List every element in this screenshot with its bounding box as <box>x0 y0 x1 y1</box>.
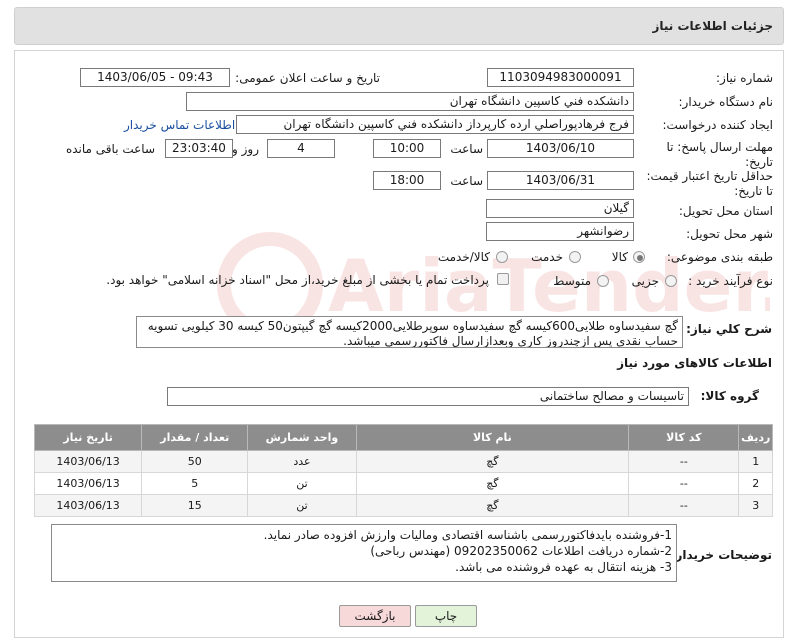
cell-qty: 50 <box>141 450 249 473</box>
need-number-label: شماره نیاز: <box>716 71 773 85</box>
category-label: طبقه بندی موضوعی: <box>666 250 773 264</box>
buyer-org-label: نام دستگاه خریدار: <box>678 95 774 109</box>
process-label: نوع فرآیند خرید : <box>688 274 773 288</box>
cell-code: -- <box>628 472 740 495</box>
col-date: تاریخ نیاز <box>33 424 143 451</box>
goods-section-title: اطلاعات کالاهای مورد نیاز <box>617 356 772 370</box>
cell-date: 1403/06/13 <box>33 450 143 473</box>
process-medium-radio[interactable] <box>597 275 609 287</box>
cell-unit: تن <box>247 494 357 517</box>
city-label: شهر محل تحویل: <box>686 227 773 241</box>
price-validity-label: حداقل تاریخ اعتبار قیمت: تا تاریخ: <box>646 169 773 198</box>
buyer-notes-label: توضیحات خریدار: <box>670 548 772 562</box>
reply-time-field: 10:00 <box>373 139 441 158</box>
cell-unit: تن <box>247 472 357 495</box>
cell-name: گچ <box>355 472 630 495</box>
category-both-radio[interactable] <box>496 251 508 263</box>
table-row: 3 -- گچ تن 15 1403/06/13 <box>33 494 773 517</box>
goods-group-field: تاسیسات و مصالح ساختمانی <box>167 387 689 406</box>
remaining-time-field: 23:03:40 <box>165 139 233 158</box>
cell-qty: 5 <box>141 472 249 495</box>
requester-label: ایجاد کننده درخواست: <box>662 118 773 132</box>
buyer-org-field: دانشکده فني کاسپين دانشگاه تهران <box>186 92 634 111</box>
buyer-note-line: 2-شماره دریافت اطلاعات 09202350062 (مهند… <box>370 544 672 558</box>
process-medium-label: متوسط <box>553 274 591 288</box>
goods-group-label: گروه کالا: <box>700 389 759 403</box>
remaining-days-field: 4 <box>267 139 335 158</box>
buyer-contact-link[interactable]: اطلاعات تماس خریدار <box>124 118 235 132</box>
cell-unit: عدد <box>247 450 357 473</box>
process-minor-radio[interactable] <box>665 275 677 287</box>
cell-qty: 15 <box>141 494 249 517</box>
goods-table: ردیف کد کالا نام کالا واحد شمارش تعداد /… <box>33 424 773 517</box>
announce-field: 1403/06/05 - 09:43 <box>80 68 230 87</box>
print-button[interactable]: چاپ <box>415 605 477 627</box>
cell-code: -- <box>628 494 740 517</box>
cell-name: گچ <box>355 450 630 473</box>
requester-field: فرج فرهادپوراصلي ارده کارپرداز دانشکده ف… <box>236 115 634 134</box>
description-label: شرح کلي نياز: <box>686 322 772 336</box>
col-code: کد کالا <box>628 424 740 451</box>
table-row: 1 -- گچ عدد 50 1403/06/13 <box>33 450 773 473</box>
province-label: استان محل تحویل: <box>678 204 773 218</box>
need-number-field: 1103094983000091 <box>487 68 634 87</box>
cell-date: 1403/06/13 <box>33 472 143 495</box>
payment-note: پرداخت تمام یا بخشی از مبلغ خرید،از محل … <box>106 273 489 287</box>
category-both-label: کالا/خدمت <box>437 250 490 264</box>
reply-deadline-label: مهلت ارسال پاسخ: تا تاریخ: <box>666 140 773 169</box>
reply-date-field: 1403/06/10 <box>487 139 634 158</box>
city-field: رضوانشهر <box>486 222 634 241</box>
cell-code: -- <box>628 450 740 473</box>
panel-header: جزئیات اطلاعات نیاز <box>14 7 784 45</box>
category-goods-radio[interactable] <box>633 251 645 263</box>
buyer-notes-text: 1-فروشنده بایدفاکتوررسمی باشناسه اقتصادی… <box>51 524 677 582</box>
cell-date: 1403/06/13 <box>33 494 143 517</box>
treasury-checkbox[interactable] <box>497 273 509 285</box>
remaining-label: ساعت باقی مانده <box>65 142 155 156</box>
province-field: گیلان <box>486 199 634 218</box>
reply-time-label: ساعت <box>450 142 483 156</box>
page-title: جزئیات اطلاعات نیاز <box>652 19 773 33</box>
table-row: 2 -- گچ تن 5 1403/06/13 <box>33 472 773 495</box>
description-text: گچ سفیدساوه طلایی600کیسه گچ سفیدساوه سوپ… <box>136 316 683 348</box>
price-date-field: 1403/06/31 <box>487 171 634 190</box>
cell-row: 2 <box>738 472 773 495</box>
buyer-note-line: 1-فروشنده بایدفاکتوررسمی باشناسه اقتصادی… <box>263 528 672 542</box>
col-name: نام کالا <box>355 424 630 451</box>
category-service-label: خدمت <box>531 250 563 264</box>
back-button[interactable]: بازگشت <box>339 605 411 627</box>
days-label: روز و <box>232 142 259 156</box>
cell-row: 1 <box>738 450 773 473</box>
announce-label: تاریخ و ساعت اعلان عمومی: <box>235 71 380 85</box>
cell-row: 3 <box>738 494 773 517</box>
table-header-row: ردیف کد کالا نام کالا واحد شمارش تعداد /… <box>33 424 773 451</box>
process-minor-label: جزیی <box>631 274 659 288</box>
col-row: ردیف <box>738 424 773 451</box>
category-service-radio[interactable] <box>569 251 581 263</box>
col-unit: واحد شمارش <box>247 424 357 451</box>
price-time-field: 18:00 <box>373 171 441 190</box>
buyer-note-line: 3- هزینه انتقال به عهده فروشنده می باشد. <box>455 560 672 574</box>
category-goods-label: کالا <box>611 250 628 264</box>
price-time-label: ساعت <box>450 174 483 188</box>
cell-name: گچ <box>355 494 630 517</box>
col-qty: تعداد / مقدار <box>141 424 249 451</box>
